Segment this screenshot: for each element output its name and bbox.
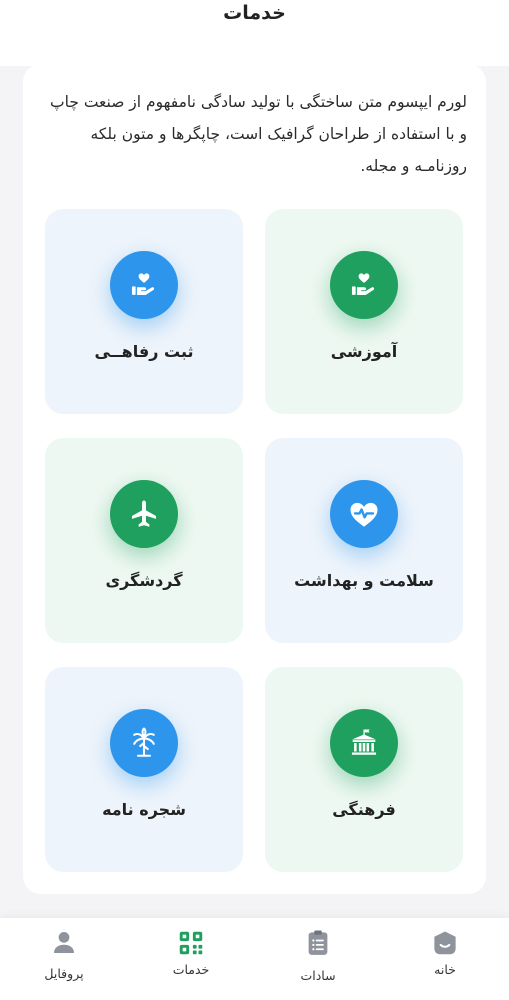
service-tile-education[interactable]: آموزشی bbox=[265, 209, 463, 414]
nav-item-services[interactable]: خدمات bbox=[146, 918, 236, 1000]
header: خدمات bbox=[0, 0, 509, 66]
nav-label-services: خدمات bbox=[172, 962, 210, 977]
nav-item-profile[interactable]: پروفایل bbox=[19, 918, 109, 1000]
bottom-nav: خانه سادات خدمات پروفایل bbox=[0, 918, 509, 1000]
service-label: ثبت رفاهــی bbox=[94, 342, 194, 361]
museum-icon bbox=[330, 709, 398, 777]
intro-text: لورم ایپسوم متن ساختگی با تولید سادگی نا… bbox=[50, 93, 467, 175]
service-tile-health[interactable]: سلامت و بهداشت bbox=[265, 438, 463, 643]
service-label: شجره نامه bbox=[102, 800, 186, 819]
page-title: خدمات bbox=[223, 2, 286, 24]
nav-label-sadat: سادات bbox=[300, 968, 336, 983]
service-tile-welfare[interactable]: ثبت رفاهــی bbox=[45, 209, 243, 414]
service-label: گردشگری bbox=[105, 571, 183, 590]
nav-item-home[interactable]: خانه bbox=[400, 918, 490, 1000]
service-tile-tourism[interactable]: گردشگری bbox=[45, 438, 243, 643]
hand-heart-icon bbox=[110, 251, 178, 319]
hand-heart-icon bbox=[330, 251, 398, 319]
airplane-icon bbox=[110, 480, 178, 548]
nav-item-sadat[interactable]: سادات bbox=[273, 918, 363, 1000]
user-icon bbox=[49, 928, 79, 958]
services-card: لورم ایپسوم متن ساختگی با تولید سادگی نا… bbox=[23, 64, 486, 894]
qr-code-icon bbox=[176, 928, 206, 958]
clipboard-list-icon bbox=[303, 928, 333, 958]
nav-label-home: خانه bbox=[434, 962, 456, 977]
service-tile-genealogy[interactable]: شجره نامه bbox=[45, 667, 243, 872]
nav-label-profile: پروفایل bbox=[44, 966, 84, 981]
service-label: سلامت و بهداشت bbox=[294, 571, 434, 590]
service-label: آموزشی bbox=[330, 342, 398, 361]
palm-tree-icon bbox=[110, 709, 178, 777]
home-icon bbox=[430, 928, 460, 958]
service-label: فرهنگی bbox=[332, 800, 396, 819]
heart-pulse-icon bbox=[330, 480, 398, 548]
service-tile-culture[interactable]: فرهنگی bbox=[265, 667, 463, 872]
